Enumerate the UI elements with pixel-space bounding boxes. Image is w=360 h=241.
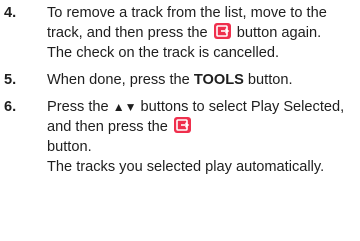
step-6: 6. Press the ▲▼ buttons to select Play S… <box>0 97 360 177</box>
step-number: 4. <box>4 5 17 21</box>
step-note: The check on the track is cancelled. <box>47 45 279 61</box>
step-instruction: When done, press the <box>47 72 190 88</box>
step-note: The tracks you selected play automatical… <box>47 159 325 175</box>
up-down-arrows-icon: ▲▼ <box>112 100 137 114</box>
enter-button-icon <box>213 23 231 39</box>
step-instruction-end: button. <box>247 72 293 88</box>
step-text: Press the ▲▼ buttons to select Play Sele… <box>47 97 353 177</box>
tools-button-label: TOOLS <box>193 72 244 88</box>
step-number: 5. <box>4 72 17 88</box>
step-instruction-end: button again. <box>236 25 322 41</box>
step-4: 4. To remove a track from the list, move… <box>0 3 360 63</box>
enter-button-icon <box>173 117 191 133</box>
step-instruction: Press the <box>47 99 109 115</box>
step-text: To remove a track from the list, move to… <box>47 3 353 63</box>
step-number: 6. <box>4 99 17 115</box>
step-text: When done, press the TOOLS button. <box>47 70 353 90</box>
step-5: 5. When done, press the TOOLS button. <box>0 70 360 90</box>
step-instruction-end: button. <box>47 139 92 155</box>
instructions-page: 4. To remove a track from the list, move… <box>0 0 360 241</box>
